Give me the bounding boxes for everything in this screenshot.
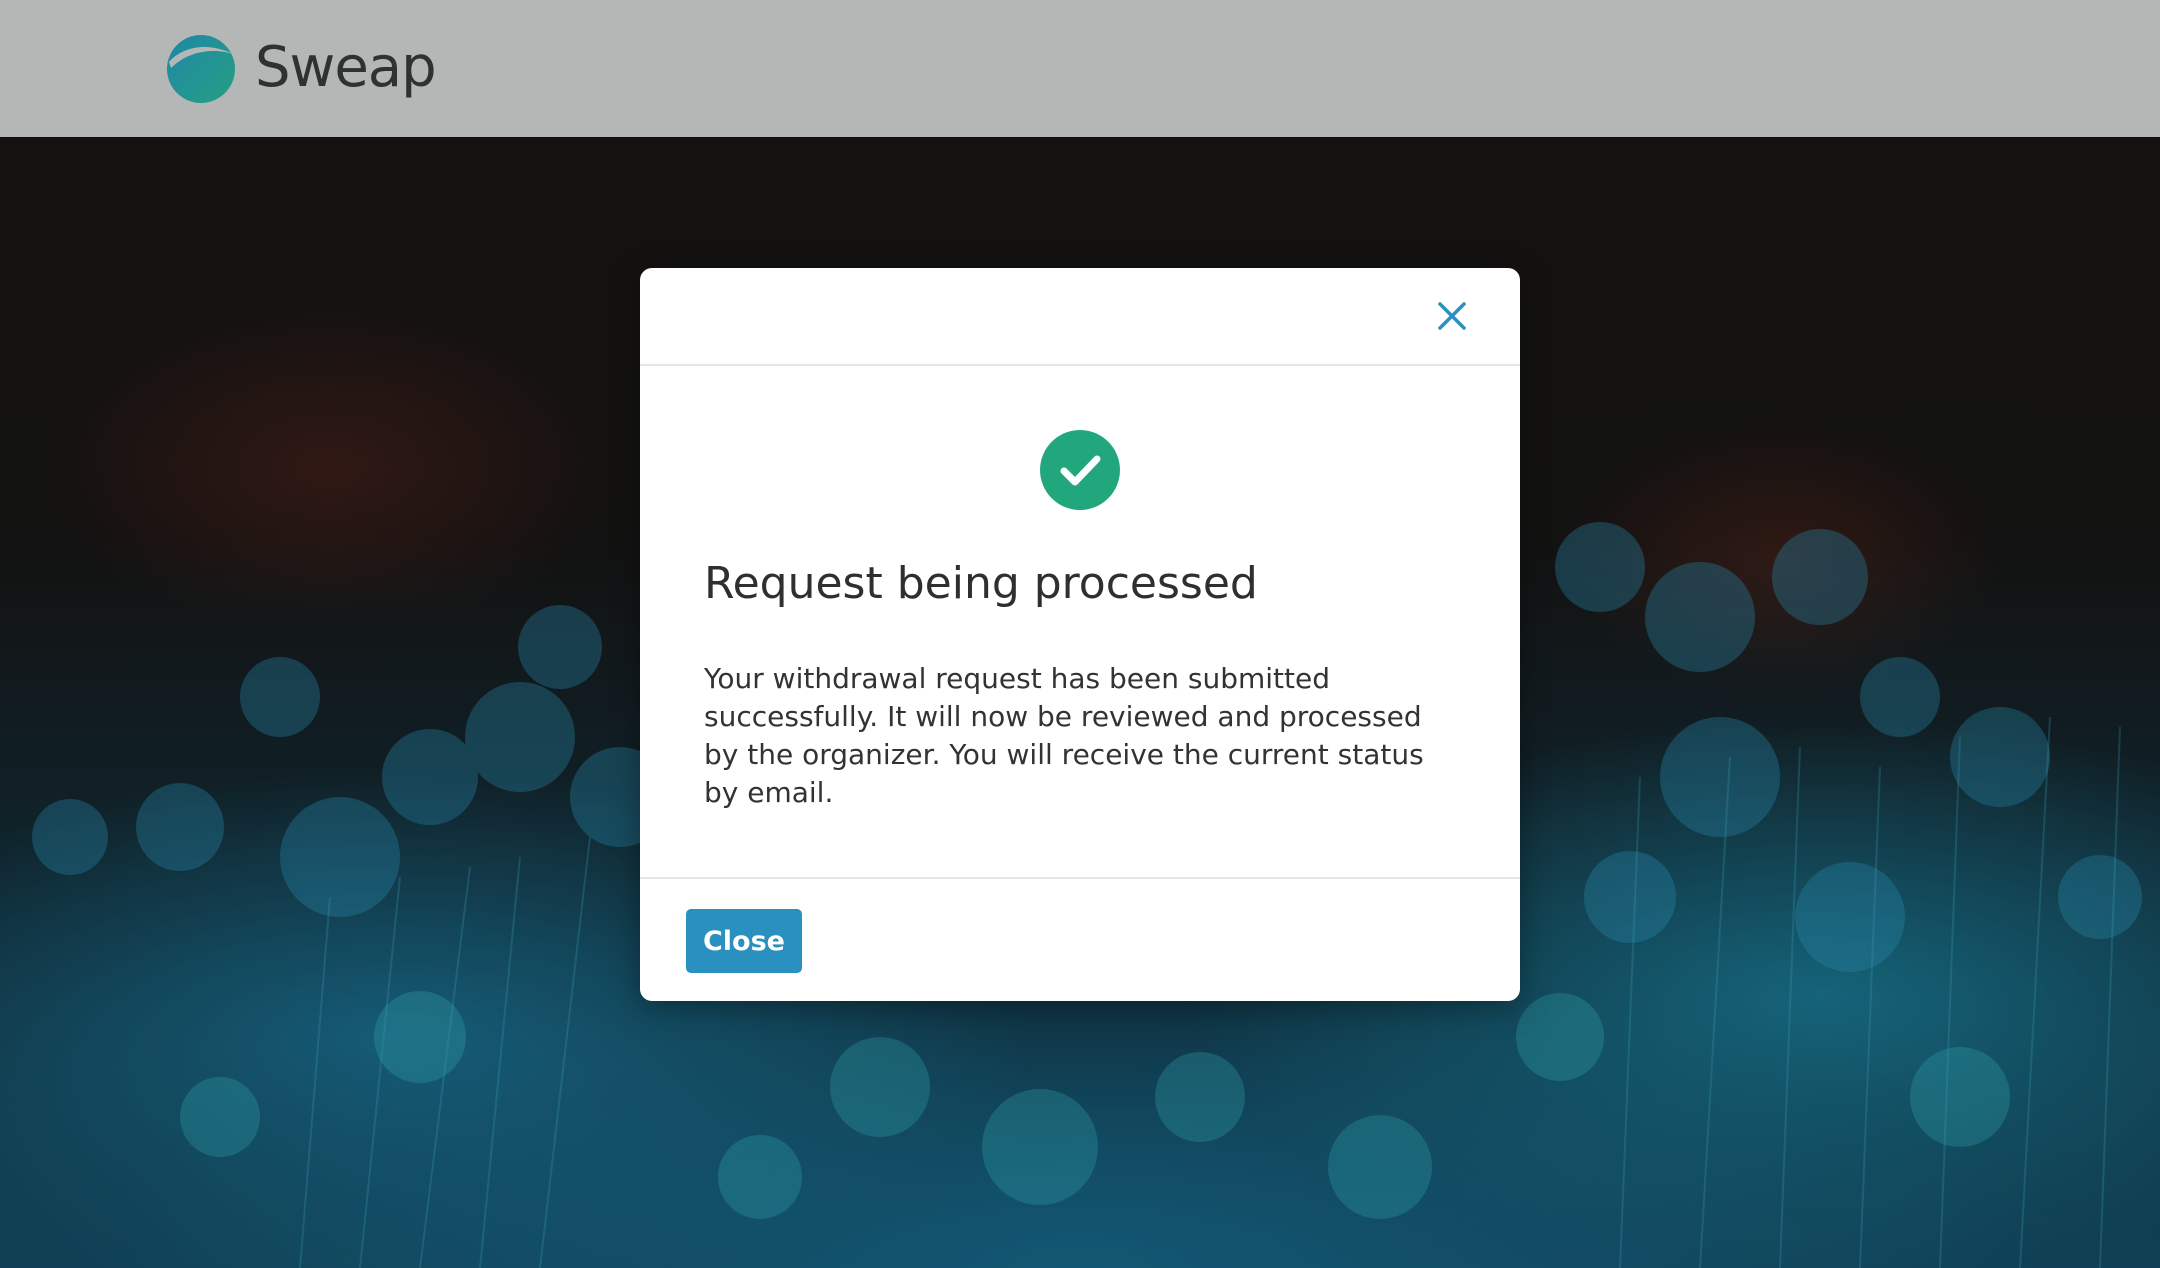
close-button[interactable]: Close — [686, 909, 802, 973]
dialog-message: Your withdrawal request has been submitt… — [704, 662, 1424, 809]
check-circle-icon — [1040, 430, 1120, 510]
close-icon[interactable] — [1434, 298, 1470, 334]
status-dialog: Request being processed Your withdrawal … — [640, 268, 1520, 1001]
dialog-title: Request being processed — [704, 558, 1258, 609]
dialog-header — [640, 268, 1520, 366]
dialog-footer: Close — [640, 877, 1520, 1003]
